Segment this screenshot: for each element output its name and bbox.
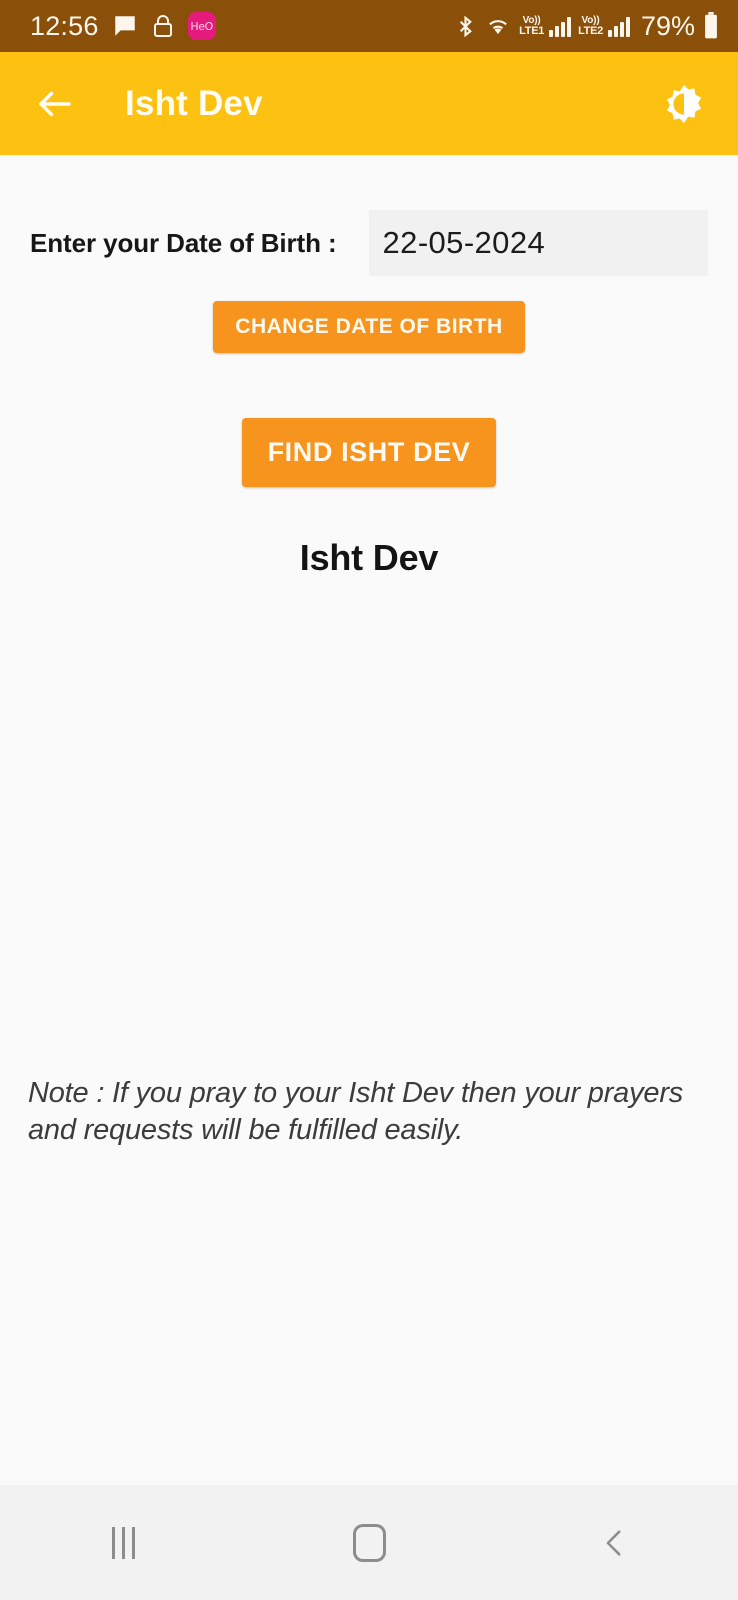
battery-percent-label: 79%	[640, 10, 695, 41]
theme-toggle-button[interactable]	[658, 78, 710, 130]
note-text: Note : If you pray to your Isht Dev then…	[28, 1077, 684, 1147]
dob-date-field[interactable]: 22-05-2024	[368, 210, 708, 276]
status-bar-left: 12:56 HeO	[30, 12, 216, 40]
phone-screen: 12:56 HeO Vo)) LTE1 Vo)) LTE2 79% Isht D…	[0, 0, 738, 1600]
dob-label: Enter your Date of Birth :	[30, 227, 337, 258]
back-button[interactable]	[30, 79, 80, 129]
dob-value: 22-05-2024	[382, 225, 546, 260]
status-bar-right: Vo)) LTE1 Vo)) LTE2 79%	[454, 12, 720, 40]
change-dob-button-row: CHANGE DATE OF BIRTH	[0, 276, 738, 353]
volte1-bottom-label: LTE1	[519, 24, 545, 37]
wifi-icon	[484, 13, 512, 39]
arrow-left-icon	[34, 83, 76, 125]
volte1-top-label: Vo))	[522, 14, 541, 26]
signal-bars-sim1-icon	[549, 16, 572, 37]
nav-back-button[interactable]	[555, 1503, 675, 1583]
result-heading: Isht Dev	[299, 537, 439, 578]
volte2-top-label: Vo))	[581, 14, 600, 26]
home-icon	[352, 1523, 386, 1562]
change-date-of-birth-button[interactable]: CHANGE DATE OF BIRTH	[213, 301, 525, 353]
android-nav-bar	[0, 1485, 738, 1600]
find-button-row: FIND ISHT DEV	[0, 353, 738, 487]
status-bar-clock: 12:56	[30, 10, 99, 41]
message-icon	[112, 13, 138, 39]
page-title: Isht Dev	[125, 83, 263, 123]
main-content: Enter your Date of Birth : 22-05-2024 CH…	[0, 155, 738, 1485]
lock-icon	[151, 13, 175, 39]
find-isht-dev-button[interactable]: FIND ISHT DEV	[241, 418, 497, 487]
battery-icon	[702, 12, 720, 40]
nav-recents-button[interactable]	[63, 1503, 183, 1583]
dob-row: Enter your Date of Birth : 22-05-2024	[0, 210, 738, 276]
hero-app-badge-icon: HeO	[187, 12, 216, 40]
brightness-toggle-icon	[662, 82, 706, 126]
nav-home-button[interactable]	[309, 1503, 429, 1583]
volte1-icon: Vo)) LTE1	[519, 14, 545, 37]
status-bar: 12:56 HeO Vo)) LTE1 Vo)) LTE2 79%	[0, 0, 738, 52]
volte2-bottom-label: LTE2	[578, 24, 603, 37]
signal-bars-sim2-icon	[607, 16, 630, 37]
app-bar: Isht Dev	[0, 52, 738, 155]
bluetooth-icon	[454, 13, 477, 40]
back-chevron-icon	[598, 1523, 632, 1563]
volte2-icon: Vo)) LTE2	[578, 14, 603, 37]
recents-icon	[111, 1526, 135, 1559]
